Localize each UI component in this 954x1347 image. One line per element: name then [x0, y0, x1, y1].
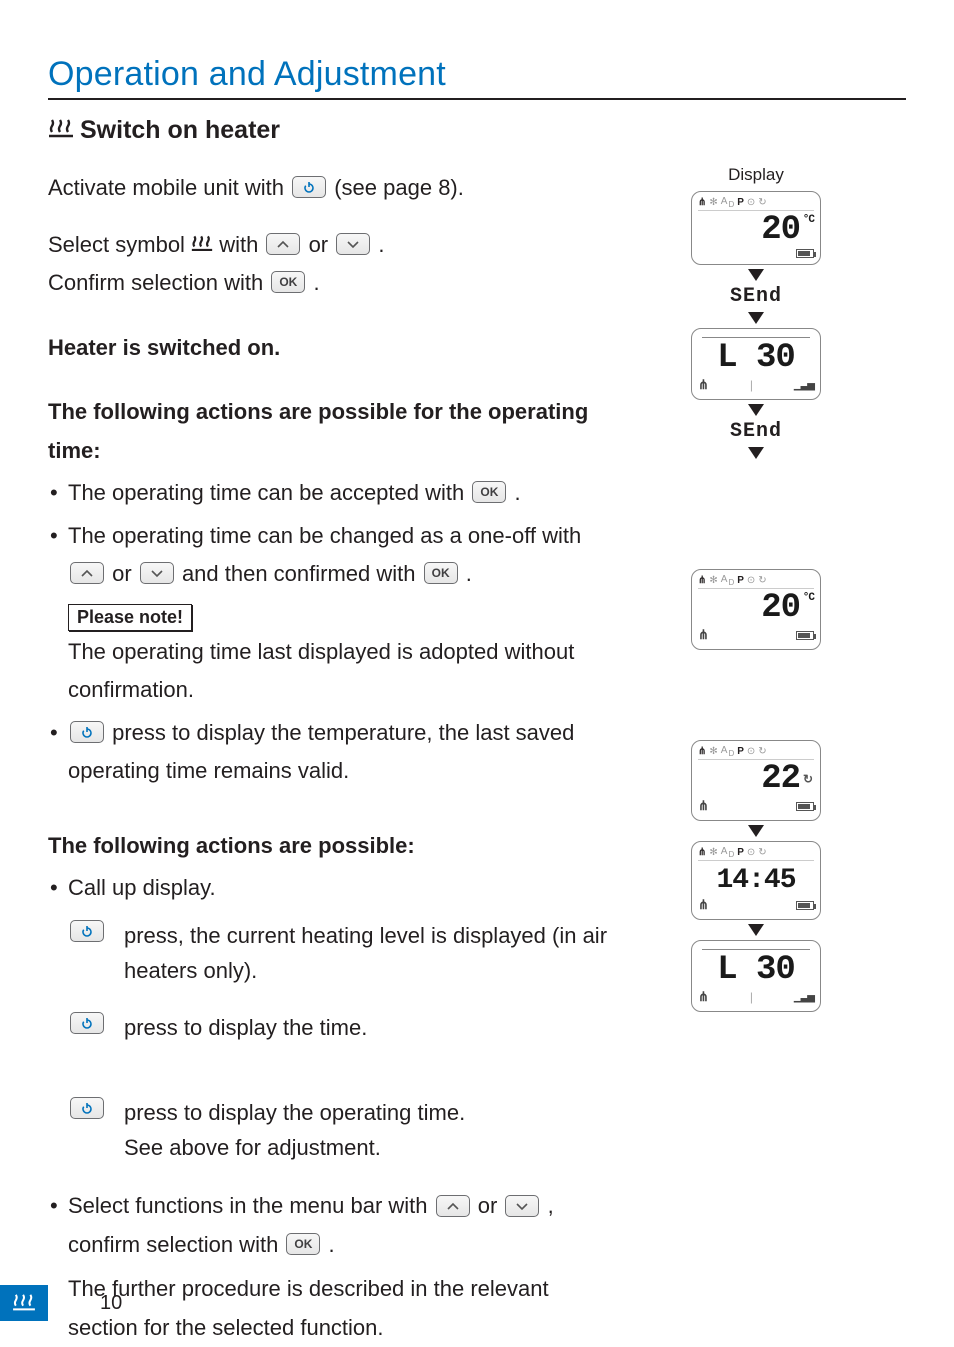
text: . [329, 1232, 335, 1257]
back-button-icon [436, 1195, 470, 1217]
list-item: Select functions in the menu bar with or… [48, 1187, 608, 1347]
bullet-list-2: Call up display. [48, 869, 608, 908]
display-seq-2: ⋔✻ADP⊙↻ 22↻ ⋔ ⋔✻ADP⊙↻ 14:45 ⋔ L 30 ⋔|▁▃▅ [606, 740, 906, 1012]
lcd-value: 20 [761, 211, 800, 249]
activate-line: Activate mobile unit with (see page 8). [48, 169, 608, 208]
note-text: The operating time last displayed is ado… [68, 633, 608, 710]
lcd-time: ⋔✻ADP⊙↻ 14:45 ⋔ [691, 841, 821, 920]
page-footer: 10 [0, 1285, 954, 1321]
degc: °C [803, 215, 814, 226]
text: press to display the operating time. [124, 1100, 465, 1125]
text: with [219, 232, 264, 257]
text: The operating time can be changed as a o… [68, 523, 581, 548]
text: Activate mobile unit with [48, 175, 290, 200]
lcd-value: 20 [761, 589, 800, 627]
list-item: The operating time can be changed as a o… [48, 517, 608, 594]
lcd-temp20-b: ⋔✻ADP⊙↻ 20°C ⋔ [691, 569, 821, 650]
lcd-l30-b: L 30 ⋔|▁▃▅ [691, 940, 821, 1012]
text: . [313, 270, 319, 295]
ok-button-icon: OK [286, 1233, 320, 1255]
actions-time-heading: The following actions are possible for t… [48, 393, 608, 470]
text: press to display the temperature, the la… [68, 720, 574, 784]
footer-tab-heater-icon [0, 1285, 48, 1321]
lcd-value: 14:45 [698, 863, 814, 895]
lcd-l30: L 30 ⋔|▁▃▅ [691, 328, 821, 400]
text: Select symbol [48, 232, 191, 257]
back-button-icon [266, 233, 300, 255]
arrow-down-icon [748, 269, 764, 281]
bullet-power: press to display the temperature, the la… [48, 714, 608, 791]
press-row-2: press to display the time. [68, 1010, 608, 1045]
display-temp20-b: ⋔✻ADP⊙↻ 20°C ⋔ [606, 569, 906, 650]
press-row-1: press, the current heating level is disp… [68, 918, 608, 988]
text: (see page 8). [334, 175, 464, 200]
text: Confirm selection with [48, 270, 269, 295]
heater-icon [48, 118, 70, 140]
forward-button-icon [505, 1195, 539, 1217]
press-row-3: press to display the operating time. See… [68, 1095, 608, 1165]
page-heading: Operation and Adjustment [48, 55, 906, 100]
lcd-temp20: ⋔✻ADP⊙↻ 20°C [691, 191, 821, 265]
text: . [514, 480, 520, 505]
text: or [112, 561, 138, 586]
forward-button-icon [336, 233, 370, 255]
list-item: press to display the temperature, the la… [48, 714, 608, 791]
send-label: SEnd [606, 285, 906, 308]
ok-button-icon: OK [271, 271, 305, 293]
arrow-down-icon [748, 404, 764, 416]
note-box: Please note! [68, 604, 192, 631]
power-button-icon [70, 721, 104, 743]
arrow-down-icon [748, 312, 764, 324]
send-label: SEnd [606, 420, 906, 443]
text: Select functions in the menu bar with [68, 1193, 434, 1218]
display-seq-1: ⋔✻ADP⊙↻ 20°C SEnd L 30 ⋔|▁▃▅ SEnd [606, 191, 906, 459]
bullet-select: Select functions in the menu bar with or… [48, 1187, 608, 1347]
power-button-icon [70, 920, 104, 942]
text: See above for adjustment. [124, 1135, 381, 1160]
left-column: Activate mobile unit with (see page 8). … [48, 169, 608, 1347]
section-header: Switch on heater [48, 116, 906, 145]
back-button-icon [70, 562, 104, 584]
text: and then confirmed with [182, 561, 422, 586]
list-item: Call up display. [48, 869, 608, 908]
text: or [478, 1193, 504, 1218]
lcd-value: L 30 [698, 341, 814, 375]
text: press to display the time. [124, 1010, 608, 1045]
power-button-icon [70, 1012, 104, 1034]
lcd-value: L 30 [698, 953, 814, 987]
manual-page: Operation and Adjustment Switch on heate… [0, 0, 954, 1345]
heater-on-text: Heater is switched on. [48, 329, 608, 368]
degc: °C [803, 593, 814, 604]
right-column: Display ⋔✻ADP⊙↻ 20°C SEnd L 30 ⋔|▁▃▅ SEn… [606, 165, 906, 1032]
arrow-down-icon [748, 447, 764, 459]
text: . [378, 232, 384, 257]
heater-icon-inline [191, 234, 213, 254]
lcd-value: 22 [761, 760, 800, 798]
lcd-22: ⋔✻ADP⊙↻ 22↻ ⋔ [691, 740, 821, 821]
ok-button-icon: OK [424, 562, 458, 584]
arrow-down-icon [748, 825, 764, 837]
text: The operating time can be accepted with [68, 480, 470, 505]
bullet-list-time: The operating time can be accepted with … [48, 474, 608, 594]
select-line: Select symbol with or . [48, 226, 608, 265]
section-title: Switch on heater [80, 116, 280, 145]
power-button-icon [292, 176, 326, 198]
page-number: 10 [100, 1292, 122, 1315]
forward-button-icon [140, 562, 174, 584]
text: . [466, 561, 472, 586]
arrow-down-icon [748, 924, 764, 936]
ok-button-icon: OK [472, 481, 506, 503]
actions-heading-2: The following actions are possible: [48, 827, 608, 866]
text: press, the current heating level is disp… [124, 918, 608, 988]
display-label: Display [606, 165, 906, 185]
list-item: The operating time can be accepted with … [48, 474, 608, 513]
text: or [309, 232, 335, 257]
power-button-icon [70, 1097, 104, 1119]
confirm-line: Confirm selection with OK . [48, 264, 608, 303]
text: press to display the operating time. See… [124, 1095, 608, 1165]
